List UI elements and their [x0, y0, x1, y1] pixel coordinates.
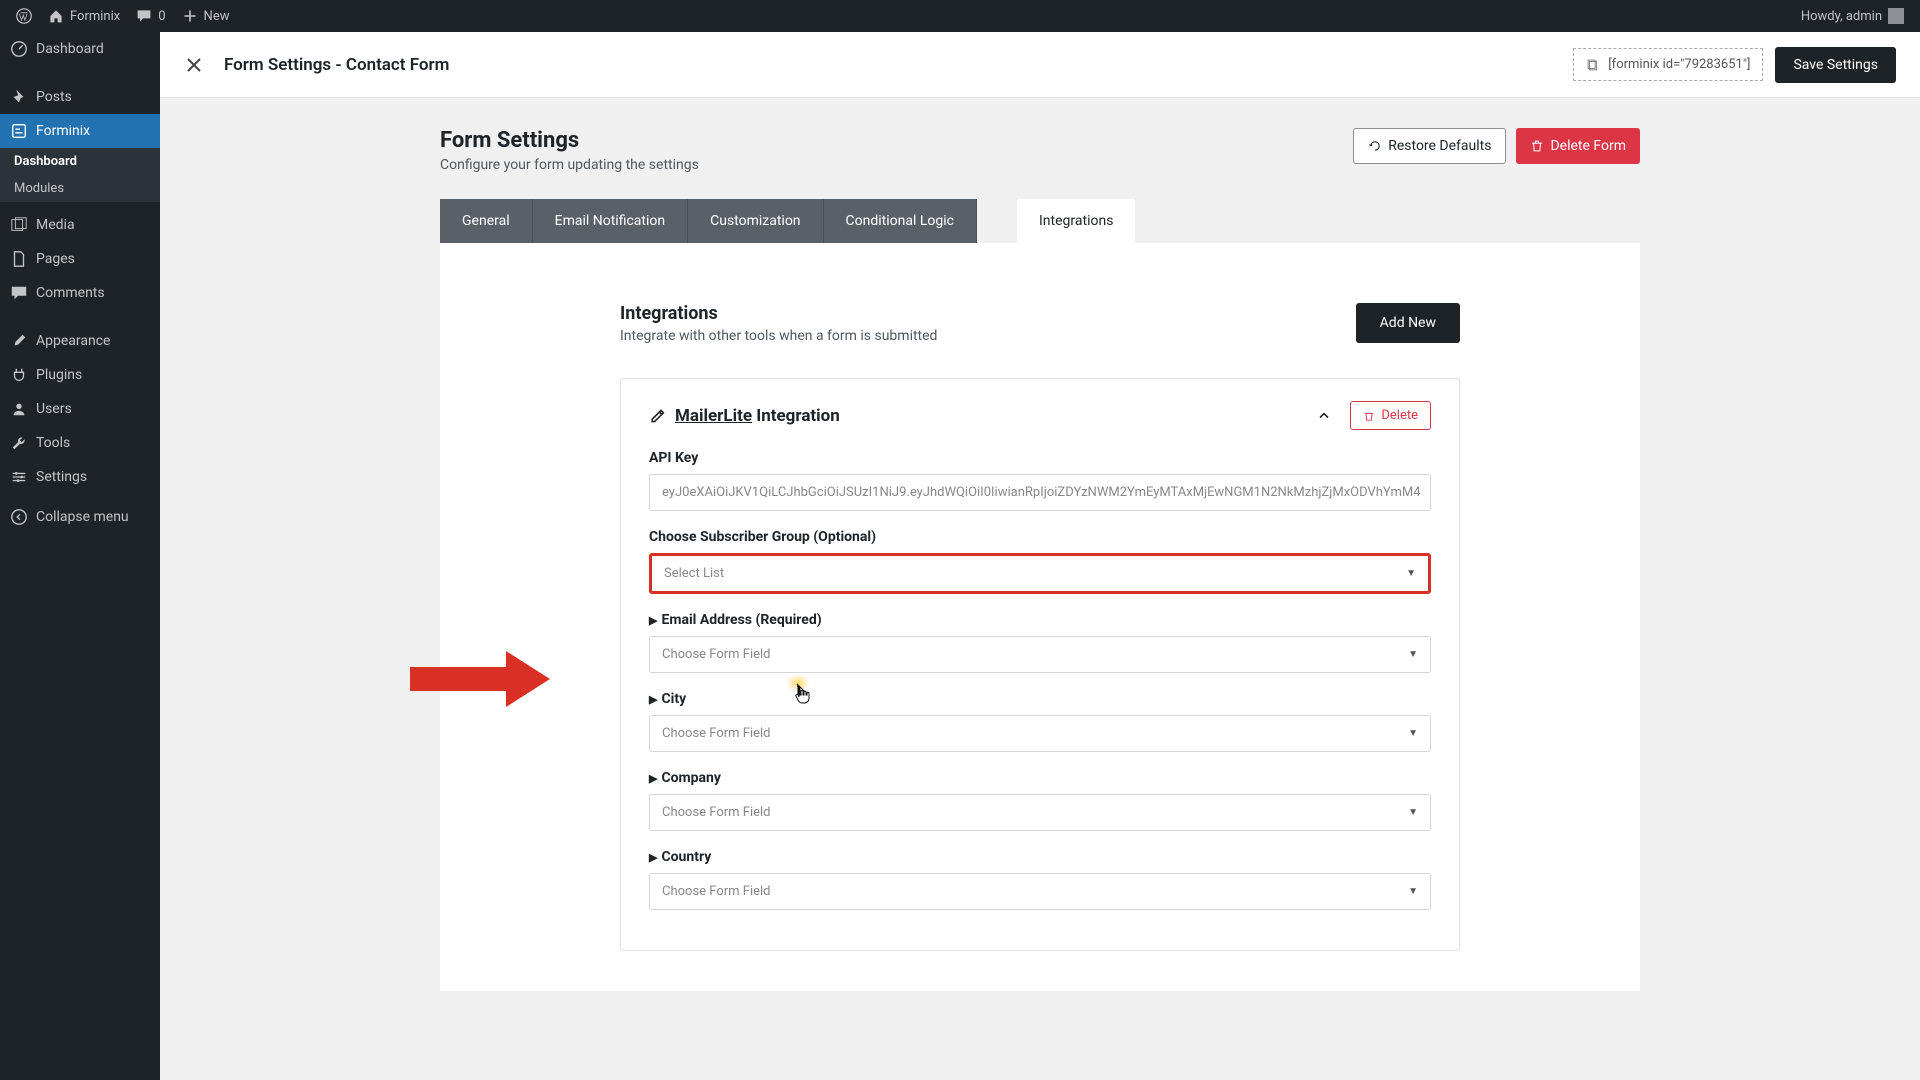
tab-customization[interactable]: Customization: [688, 199, 823, 243]
page-header: Form Settings Configure your form updati…: [440, 128, 1640, 173]
shortcode-display[interactable]: [forminix id="79283651"]: [1573, 48, 1763, 81]
subscriber-group-field: Choose Subscriber Group (Optional) Selec…: [649, 529, 1431, 594]
page-subtitle: Configure your form updating the setting…: [440, 157, 699, 173]
subscriber-group-select[interactable]: Select List▼: [649, 553, 1431, 594]
caret-down-icon: ▼: [1408, 728, 1418, 739]
company-field: ▶Company Choose Form Field▼: [649, 770, 1431, 831]
caret-down-icon: ▼: [1408, 807, 1418, 818]
sidebar-item-dashboard[interactable]: Dashboard: [0, 32, 160, 66]
copy-icon: [1586, 58, 1600, 72]
pin-icon: [10, 88, 28, 106]
country-field: ▶Country Choose Form Field▼: [649, 849, 1431, 910]
wpbar-comments[interactable]: 0: [128, 0, 173, 32]
close-icon[interactable]: [184, 55, 204, 75]
caret-down-icon: ▼: [1408, 649, 1418, 660]
section-header: Integrations Integrate with other tools …: [620, 303, 1460, 344]
tab-integrations[interactable]: Integrations: [1017, 199, 1135, 243]
email-select[interactable]: Choose Form Field▼: [649, 636, 1431, 673]
sidebar-item-tools[interactable]: Tools: [0, 426, 160, 460]
restore-icon: [1368, 139, 1382, 153]
wpbar-account[interactable]: Howdy, admin: [1793, 0, 1912, 32]
save-settings-button[interactable]: Save Settings: [1775, 47, 1896, 83]
sidebar-item-pages[interactable]: Pages: [0, 242, 160, 276]
city-select[interactable]: Choose Form Field▼: [649, 715, 1431, 752]
brush-icon: [10, 332, 28, 350]
plug-icon: [10, 366, 28, 384]
wp-logo[interactable]: [8, 0, 40, 32]
wpbar-site[interactable]: Forminix: [40, 0, 128, 32]
sidebar-item-comments[interactable]: Comments: [0, 276, 160, 310]
caret-down-icon: ▼: [1408, 886, 1418, 897]
integration-card: MailerLite Integration Delete API Key ey…: [620, 378, 1460, 951]
disclosure-icon: ▶: [649, 851, 657, 864]
sidebar-item-posts[interactable]: Posts: [0, 80, 160, 114]
admin-sidebar: Dashboard Posts Forminix Dashboard Modul…: [0, 32, 160, 1080]
form-topbar: Form Settings - Contact Form [forminix i…: [160, 32, 1920, 98]
sidebar-item-plugins[interactable]: Plugins: [0, 358, 160, 392]
card-header: MailerLite Integration Delete: [649, 401, 1431, 430]
wp-admin-bar: Forminix 0 New Howdy, admin: [0, 0, 1920, 32]
chevron-up-icon[interactable]: [1316, 408, 1332, 424]
api-key-label: API Key: [649, 450, 1431, 466]
sidebar-item-users[interactable]: Users: [0, 392, 160, 426]
sidebar-item-media[interactable]: Media: [0, 208, 160, 242]
email-label: ▶Email Address (Required): [649, 612, 1431, 628]
user-icon: [10, 400, 28, 418]
city-field: ▶City Choose Form Field▼: [649, 691, 1431, 752]
tabs: General Email Notification Customization…: [440, 199, 1640, 243]
email-field: ▶Email Address (Required) Choose Form Fi…: [649, 612, 1431, 673]
avatar: [1888, 8, 1904, 24]
sidebar-sub-modules[interactable]: Modules: [0, 175, 160, 202]
api-key-input[interactable]: eyJ0eXAiOiJKV1QiLCJhbGciOiJSUzI1NiJ9.eyJ…: [649, 474, 1431, 511]
wrench-icon: [10, 434, 28, 452]
main-area: Form Settings - Contact Form [forminix i…: [160, 32, 1920, 1080]
country-label: ▶Country: [649, 849, 1431, 865]
collapse-icon: [10, 508, 28, 526]
sidebar-item-settings[interactable]: Settings: [0, 460, 160, 494]
caret-down-icon: ▼: [1406, 568, 1416, 579]
tab-general[interactable]: General: [440, 199, 533, 243]
delete-integration-button[interactable]: Delete: [1350, 401, 1431, 430]
page-icon: [10, 250, 28, 268]
wpbar-new[interactable]: New: [174, 0, 238, 32]
add-new-button[interactable]: Add New: [1356, 303, 1460, 343]
sidebar-item-forminix[interactable]: Forminix: [0, 114, 160, 148]
section-title: Integrations: [620, 303, 937, 324]
delete-form-button[interactable]: Delete Form: [1516, 128, 1640, 164]
disclosure-icon: ▶: [649, 693, 657, 706]
trash-icon: [1363, 410, 1375, 422]
trash-icon: [1530, 139, 1544, 153]
sidebar-item-collapse[interactable]: Collapse menu: [0, 500, 160, 534]
sidebar-sub-dashboard[interactable]: Dashboard: [0, 148, 160, 175]
wordpress-icon: [16, 8, 32, 24]
subscriber-group-label: Choose Subscriber Group (Optional): [649, 529, 1431, 545]
form-icon: [10, 122, 28, 140]
dashboard-icon: [10, 40, 28, 58]
content: Form Settings Configure your form updati…: [160, 98, 1920, 991]
home-icon: [48, 8, 64, 24]
sliders-icon: [10, 468, 28, 486]
disclosure-icon: ▶: [649, 614, 657, 627]
comment-icon: [10, 284, 28, 302]
page-title: Form Settings: [440, 128, 699, 153]
disclosure-icon: ▶: [649, 772, 657, 785]
tab-conditional[interactable]: Conditional Logic: [824, 199, 977, 243]
section-subtitle: Integrate with other tools when a form i…: [620, 328, 937, 344]
city-label: ▶City: [649, 691, 1431, 707]
edit-icon[interactable]: [649, 408, 665, 424]
comment-icon: [136, 8, 152, 24]
media-icon: [10, 216, 28, 234]
plus-icon: [182, 8, 198, 24]
company-label: ▶Company: [649, 770, 1431, 786]
tab-email[interactable]: Email Notification: [533, 199, 689, 243]
topbar-title: Form Settings - Contact Form: [224, 55, 449, 75]
panel: Integrations Integrate with other tools …: [440, 243, 1640, 991]
api-key-field: API Key eyJ0eXAiOiJKV1QiLCJhbGciOiJSUzI1…: [649, 450, 1431, 511]
card-title: MailerLite Integration: [649, 406, 840, 426]
country-select[interactable]: Choose Form Field▼: [649, 873, 1431, 910]
company-select[interactable]: Choose Form Field▼: [649, 794, 1431, 831]
restore-defaults-button[interactable]: Restore Defaults: [1353, 128, 1506, 164]
sidebar-item-appearance[interactable]: Appearance: [0, 324, 160, 358]
